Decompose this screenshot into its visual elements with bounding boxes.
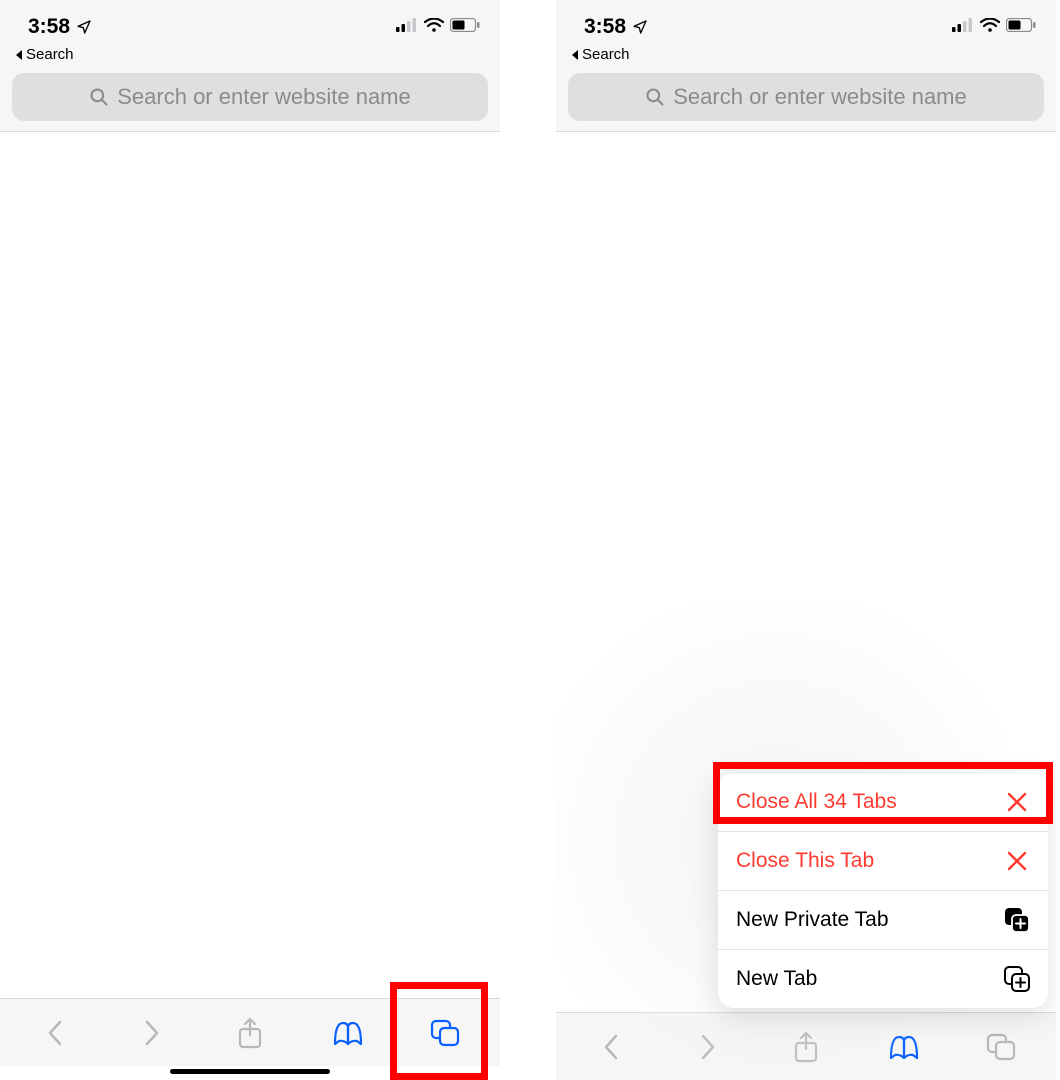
menu-new-tab[interactable]: New Tab <box>718 950 1048 1008</box>
nav-back-button[interactable] <box>25 1011 85 1055</box>
bottom-toolbar <box>0 998 500 1066</box>
search-placeholder: Search or enter website name <box>117 84 411 110</box>
location-services-icon <box>632 19 648 35</box>
cell-signal-icon <box>396 18 418 37</box>
tabs-button[interactable] <box>971 1025 1031 1069</box>
nav-forward-button[interactable] <box>678 1025 738 1069</box>
new-tab-icon <box>1004 966 1030 992</box>
phone-screenshot-right: 3:58 <box>556 0 1056 1080</box>
status-time: 3:58 <box>584 15 626 39</box>
status-icons <box>396 18 480 37</box>
menu-new-private-tab[interactable]: New Private Tab <box>718 891 1048 950</box>
nav-back-button[interactable] <box>581 1025 641 1069</box>
home-indicator[interactable] <box>170 1069 330 1074</box>
status-bar: 3:58 <box>556 0 1056 44</box>
search-icon <box>89 87 109 107</box>
menu-close-all-tabs[interactable]: Close All 34 Tabs <box>718 773 1048 832</box>
close-icon <box>1004 789 1030 815</box>
menu-item-label: New Tab <box>736 967 817 991</box>
url-search-field[interactable]: Search or enter website name <box>12 73 488 121</box>
new-private-tab-icon <box>1004 907 1030 933</box>
back-to-app-button[interactable]: Search <box>556 44 1056 67</box>
tabs-button[interactable] <box>415 1011 475 1055</box>
bottom-toolbar <box>556 1012 1056 1080</box>
back-to-app-label: Search <box>582 46 630 63</box>
back-to-app-button[interactable]: Search <box>0 44 500 67</box>
page-content-empty <box>0 132 500 952</box>
status-icons <box>952 18 1036 37</box>
battery-icon <box>1006 18 1036 37</box>
phone-screenshot-left: 3:58 <box>0 0 500 1080</box>
tabs-context-menu: Close All 34 Tabs Close This Tab New Pri… <box>718 773 1048 1008</box>
menu-item-label: Close This Tab <box>736 849 874 873</box>
search-icon <box>645 87 665 107</box>
wifi-icon <box>424 18 444 37</box>
menu-item-label: New Private Tab <box>736 908 889 932</box>
url-search-field[interactable]: Search or enter website name <box>568 73 1044 121</box>
battery-icon <box>450 18 480 37</box>
bookmarks-button[interactable] <box>874 1025 934 1069</box>
share-button[interactable] <box>776 1025 836 1069</box>
menu-close-this-tab[interactable]: Close This Tab <box>718 832 1048 891</box>
navigation-header: 3:58 <box>556 0 1056 132</box>
status-time: 3:58 <box>28 15 70 39</box>
back-caret-icon <box>14 49 24 61</box>
status-bar: 3:58 <box>0 0 500 44</box>
back-to-app-label: Search <box>26 46 74 63</box>
cell-signal-icon <box>952 18 974 37</box>
bookmarks-button[interactable] <box>318 1011 378 1055</box>
search-placeholder: Search or enter website name <box>673 84 967 110</box>
navigation-header: 3:58 <box>0 0 500 132</box>
nav-forward-button[interactable] <box>122 1011 182 1055</box>
wifi-icon <box>980 18 1000 37</box>
close-icon <box>1004 848 1030 874</box>
back-caret-icon <box>570 49 580 61</box>
menu-item-label: Close All 34 Tabs <box>736 790 897 814</box>
location-services-icon <box>76 19 92 35</box>
share-button[interactable] <box>220 1011 280 1055</box>
